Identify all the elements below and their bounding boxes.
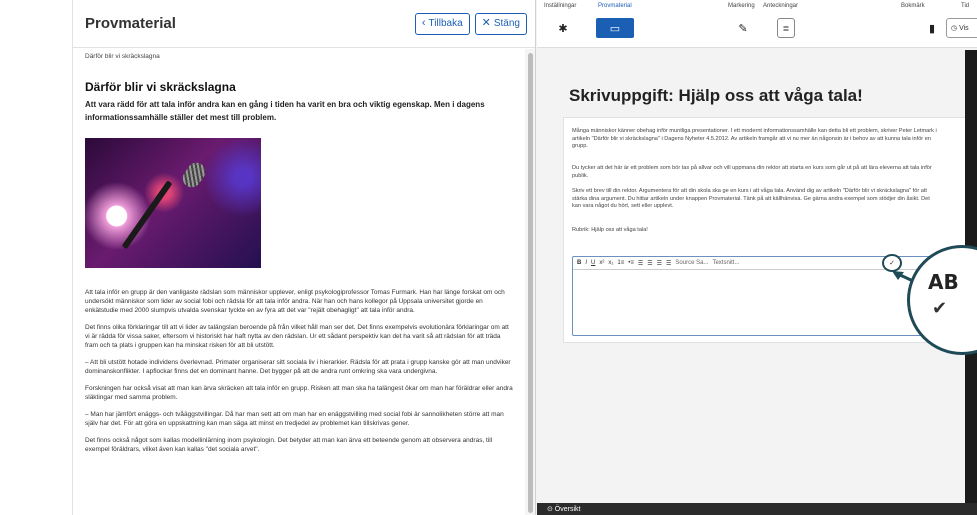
underline-button[interactable]: U xyxy=(591,260,595,266)
material-label: Provmaterial xyxy=(598,3,632,9)
notes-icon: ≣ xyxy=(782,23,790,33)
microphone-photo xyxy=(85,138,261,268)
back-button[interactable]: ‹ Tillbaka xyxy=(414,12,470,35)
book-icon: ▭ xyxy=(609,22,621,35)
font-family-select[interactable]: Source Sa... xyxy=(675,260,708,266)
material-panel: Provmaterial ‹ Tillbaka ✕ Stäng Därför b… xyxy=(72,0,536,515)
chevron-left-icon: ‹ xyxy=(421,17,426,29)
gear-icon: ✱ xyxy=(558,22,568,35)
bookmark-label: Bokmärk xyxy=(901,3,925,9)
task-workspace: Inställningar ✱ Provmaterial ▭ Markering… xyxy=(537,0,977,515)
article-paragraph: – Man har jämfört enäggs- och tvåäggstvi… xyxy=(85,411,504,427)
top-toolbar: Inställningar ✱ Provmaterial ▭ Markering… xyxy=(537,0,977,48)
article-paragraph: Det finns olika förklaringar till att vi… xyxy=(85,324,509,349)
scrollbar-thumb[interactable] xyxy=(528,53,533,513)
settings-button[interactable]: ✱ xyxy=(550,18,576,38)
align-center-icon[interactable]: ☰ xyxy=(647,260,652,267)
material-button[interactable]: ▭ xyxy=(596,18,634,38)
material-header: Provmaterial ‹ Tillbaka ✕ Stäng xyxy=(73,0,535,48)
marking-button[interactable]: ✎ xyxy=(730,18,756,38)
italic-button[interactable]: I xyxy=(585,260,587,266)
ordered-list-button[interactable]: 1≡ xyxy=(617,260,624,266)
time-button[interactable]: ◷ Vis xyxy=(946,18,977,38)
bookmark-icon: ▮ xyxy=(928,22,936,35)
pen-icon: ✎ xyxy=(738,22,748,35)
microphone-icon xyxy=(179,159,209,191)
article-content: Därför blir vi skräckslagna Därför blir … xyxy=(73,49,525,515)
bold-button[interactable]: B xyxy=(577,260,581,266)
font-size-select[interactable]: Textsnitt... xyxy=(712,260,739,266)
bottom-navigation-bar: ⊙ Översikt xyxy=(537,503,977,515)
task-title: Skrivuppgift: Hjälp oss att våga tala! xyxy=(569,86,863,105)
close-button-label: Stäng xyxy=(493,18,520,29)
close-icon: ✕ xyxy=(481,17,491,29)
article-paragraph: – Att bli utstött hotade individens över… xyxy=(85,359,511,375)
article-paragraph: Det finns också något som kallas modelli… xyxy=(85,437,493,453)
subscript-button[interactable]: x₁ xyxy=(608,260,613,266)
settings-label: Inställningar xyxy=(544,3,577,9)
article-title: Därför blir vi skräckslagna xyxy=(85,80,236,94)
superscript-button[interactable]: x² xyxy=(599,260,604,266)
time-button-label: Vis xyxy=(959,24,969,32)
check-icon: ✔ xyxy=(932,298,948,318)
article-lead: Att vara rädd för att tala inför andra k… xyxy=(85,100,485,122)
bullet-list-button[interactable]: •≡ xyxy=(628,260,634,266)
back-button-label: Tillbaka xyxy=(428,18,463,29)
close-button[interactable]: ✕ Stäng xyxy=(474,12,527,35)
justify-icon[interactable]: ☰ xyxy=(666,260,671,267)
marking-label: Markering xyxy=(728,3,755,9)
notes-label: Anteckningar xyxy=(763,3,799,9)
bookmark-button[interactable]: ▮ xyxy=(919,18,945,38)
spellcheck-button[interactable]: ✓ xyxy=(882,254,902,272)
article-scrollbar[interactable] xyxy=(525,49,535,515)
align-right-icon[interactable]: ☰ xyxy=(657,260,662,267)
task-heading-hint: Rubrik: Hjälp oss att våga tala! xyxy=(572,227,648,233)
overview-button[interactable]: ⊙ Översikt xyxy=(547,505,580,513)
task-paragraph: Många människor känner obehag inför munt… xyxy=(572,128,937,149)
microphone-stand xyxy=(121,180,173,250)
time-label: Tid xyxy=(961,3,970,9)
task-paragraph: Skriv ett brev till din rektor. Argument… xyxy=(572,188,930,209)
zoom-label: AB xyxy=(928,270,959,294)
breadcrumb: Därför blir vi skräckslagna xyxy=(85,53,160,60)
left-margin xyxy=(0,0,72,515)
align-left-icon[interactable]: ☰ xyxy=(638,260,643,267)
article-paragraph: Att tala inför en grupp är den vanligast… xyxy=(85,289,505,314)
clock-icon: ◷ xyxy=(951,25,960,32)
panel-title: Provmaterial xyxy=(85,15,176,32)
notes-button[interactable]: ≣ xyxy=(777,18,795,38)
task-paragraph: Du tycker att det här är ett problem som… xyxy=(572,165,932,179)
article-paragraph: Forskningen har också visat att man kan … xyxy=(85,385,513,401)
spellcheck-icon: ✓ xyxy=(889,260,895,267)
